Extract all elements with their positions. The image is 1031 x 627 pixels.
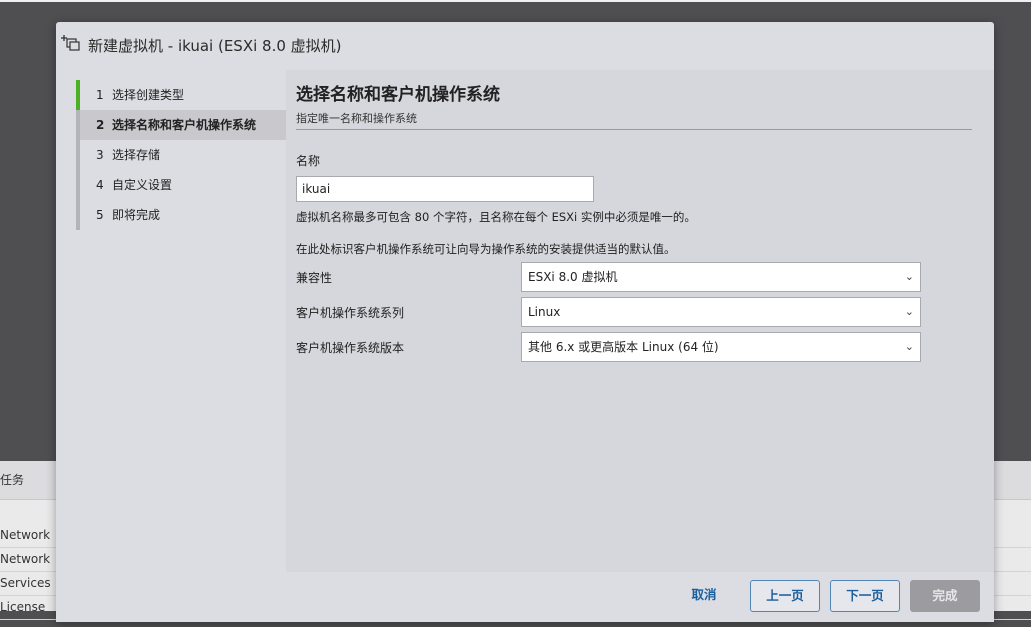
step-number: 2 (96, 118, 105, 132)
guest-os-version-label: 客户机操作系统版本 (296, 341, 405, 355)
row-label: Network S (0, 528, 50, 542)
tasks-panel-title: 任务 (0, 473, 25, 487)
compatibility-label: 兼容性 (296, 271, 333, 285)
name-hint: 虚拟机名称最多可包含 80 个字符，且名称在每个 ESXi 实例中必须是唯一的。 (296, 210, 696, 224)
next-button[interactable]: 下一页 (830, 580, 900, 612)
divider (296, 129, 972, 130)
step-ready-to-complete[interactable]: 5 即将完成 (76, 200, 286, 230)
step-label: 即将完成 (112, 208, 161, 222)
compatibility-select[interactable]: ESXi 8.0 虚拟机 ⌄ (521, 262, 921, 292)
guest-os-version-select[interactable]: 其他 6.x 或更高版本 Linux (64 位) ⌄ (521, 332, 921, 362)
step-label: 选择名称和客户机操作系统 (112, 118, 257, 132)
new-vm-dialog: 新建虚拟机 - ikuai (ESXi 8.0 虚拟机) 1 选择创建类型 2 选择… (56, 22, 994, 622)
guest-os-family-select[interactable]: Linux ⌄ (521, 297, 921, 327)
select-value: Linux (528, 305, 561, 319)
dialog-footer: 取消 上一页 下一页 完成 (56, 572, 994, 622)
step-content: 选择名称和客户机操作系统 指定唯一名称和操作系统 名称 ikuai 虚拟机名称最… (286, 70, 994, 572)
new-vm-icon (61, 35, 80, 51)
vm-name-input[interactable]: ikuai (296, 176, 594, 202)
chevron-down-icon: ⌄ (904, 340, 914, 353)
dialog-title: 新建虚拟机 - ikuai (ESXi 8.0 虚拟机) (88, 37, 342, 55)
chevron-down-icon: ⌄ (904, 270, 914, 283)
dialog-header: 新建虚拟机 - ikuai (ESXi 8.0 虚拟机) (56, 22, 994, 70)
step-label: 选择存储 (112, 148, 161, 162)
cancel-button[interactable]: 取消 (674, 580, 734, 612)
step-number: 1 (96, 88, 104, 102)
step-select-storage[interactable]: 3 选择存储 (76, 140, 286, 170)
step-select-type[interactable]: 1 选择创建类型 (76, 80, 286, 110)
select-value: 其他 6.x 或更高版本 Linux (64 位) (528, 340, 719, 354)
step-number: 4 (96, 178, 104, 192)
row-label: Network C (0, 552, 50, 566)
previous-button[interactable]: 上一页 (750, 580, 820, 612)
row-label: License (0, 600, 46, 614)
step-number: 3 (96, 148, 104, 162)
background-top-bar (0, 0, 1031, 2)
step-number: 5 (96, 208, 104, 222)
step-label: 选择创建类型 (112, 88, 185, 102)
finish-button[interactable]: 完成 (910, 580, 980, 612)
step-name-and-os[interactable]: 2 选择名称和客户机操作系统 (76, 110, 286, 140)
step-label: 自定义设置 (112, 178, 173, 192)
content-subtitle: 指定唯一名称和操作系统 (296, 112, 417, 125)
row-label: Services (0, 576, 50, 590)
content-title: 选择名称和客户机操作系统 (296, 85, 500, 105)
guest-os-family-label: 客户机操作系统系列 (296, 306, 405, 320)
select-value: ESXi 8.0 虚拟机 (528, 270, 618, 284)
chevron-down-icon: ⌄ (904, 305, 914, 318)
wizard-steps: 1 选择创建类型 2 选择名称和客户机操作系统 3 选择存储 4 自定义设置 5 即将完成 (76, 80, 286, 230)
os-hint: 在此处标识客户机操作系统可让向导为操作系统的安装提供适当的默认值。 (296, 242, 676, 256)
name-label: 名称 (296, 154, 321, 168)
step-customize-settings[interactable]: 4 自定义设置 (76, 170, 286, 200)
